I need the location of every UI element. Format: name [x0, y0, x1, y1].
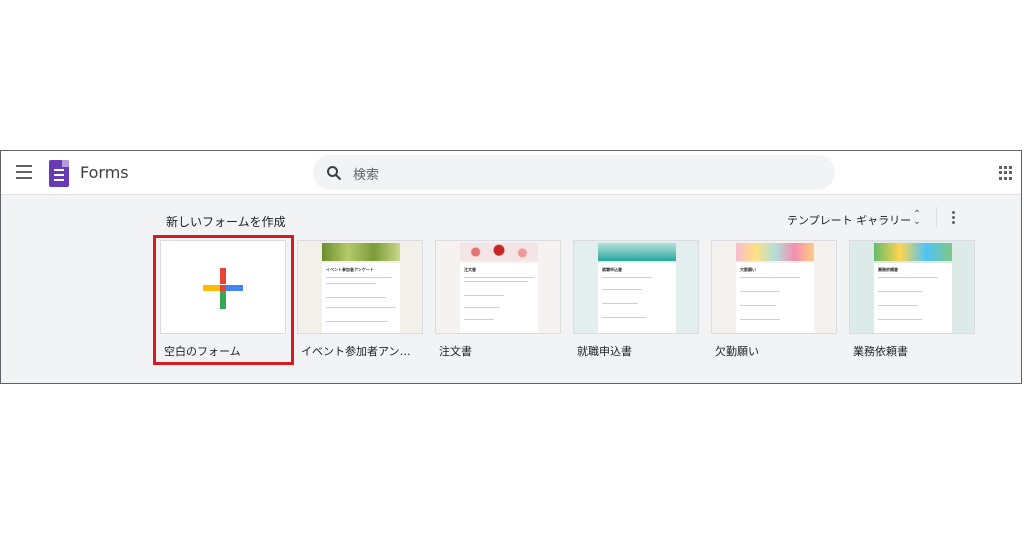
thumbnail-banner: [460, 243, 538, 261]
thumbnail-banner: [874, 243, 952, 261]
sort-icon[interactable]: ⌃ ⌄: [912, 210, 922, 227]
search-bar[interactable]: 検索: [313, 155, 835, 190]
template-label[interactable]: 業務依頼書: [853, 343, 965, 359]
app-title[interactable]: Forms: [80, 163, 129, 182]
template-label[interactable]: 注文書: [439, 343, 551, 359]
thumbnail-form: 注文書: [460, 263, 538, 333]
template-label[interactable]: 就職申込書: [577, 343, 689, 359]
app-bar: Forms 検索: [1, 151, 1021, 195]
search-icon[interactable]: [326, 165, 342, 181]
forms-window: Forms 検索 新しいフォームを作成 テンプレート ギャラリー ⌃ ⌄ 空白のフ…: [0, 150, 1022, 384]
thumbnail-title: 欠勤願い: [740, 267, 756, 272]
template-label[interactable]: 欠勤願い: [715, 343, 827, 359]
thumbnail-title: 就職申込書: [602, 267, 622, 272]
template-gallery-button[interactable]: テンプレート ギャラリー: [787, 212, 911, 228]
thumbnail-title: イベント参加者アンケート: [326, 267, 374, 272]
thumbnail-banner: [598, 243, 676, 261]
thumbnail-form: イベント参加者アンケート: [322, 263, 400, 333]
template-card-order[interactable]: 注文書: [435, 240, 561, 334]
thumbnail-form: 就職申込書: [598, 263, 676, 333]
template-label[interactable]: イベント参加者アンケート: [301, 343, 413, 359]
menu-icon[interactable]: [16, 165, 32, 179]
highlight-box: [153, 235, 294, 365]
section-heading: 新しいフォームを作成: [166, 215, 286, 229]
more-vert-icon[interactable]: [949, 211, 957, 225]
apps-grid-icon[interactable]: [999, 166, 1013, 180]
thumbnail-form: 欠勤願い: [736, 263, 814, 333]
template-card-absence[interactable]: 欠勤願い: [711, 240, 837, 334]
template-card-event-survey[interactable]: イベント参加者アンケート: [297, 240, 423, 334]
thumbnail-banner: [322, 243, 400, 261]
thumbnail-title: 業務依頼書: [878, 267, 898, 272]
thumbnail-title: 注文書: [464, 267, 476, 272]
search-input[interactable]: 検索: [353, 164, 379, 183]
template-card-work-request[interactable]: 業務依頼書: [849, 240, 975, 334]
thumbnail-banner: [736, 243, 814, 261]
forms-logo-icon[interactable]: [49, 160, 69, 187]
thumbnail-form: 業務依頼書: [874, 263, 952, 333]
template-card-job-application[interactable]: 就職申込書: [573, 240, 699, 334]
divider: [936, 207, 937, 227]
